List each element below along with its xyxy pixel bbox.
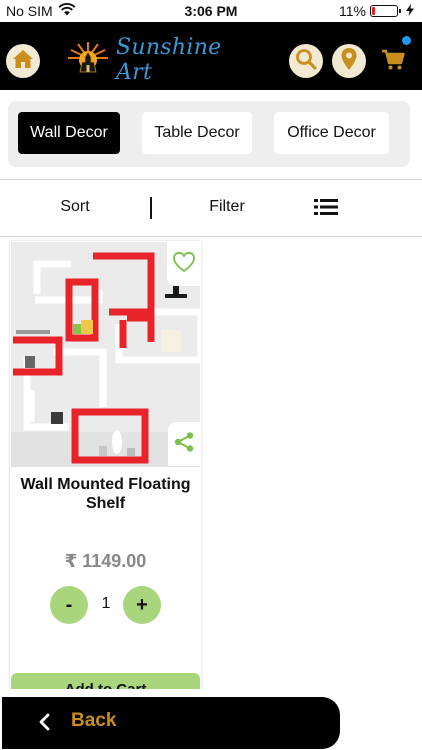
product-name[interactable]: Wall Mounted Floating Shelf <box>18 475 193 513</box>
battery-level-fill <box>372 7 375 15</box>
back-button[interactable]: Back <box>2 697 340 749</box>
back-label: Back <box>71 710 117 731</box>
quantity-increase-button[interactable]: + <box>123 586 161 624</box>
heart-icon <box>172 251 196 278</box>
charging-icon <box>406 3 414 19</box>
status-bar: No SIM 3:06 PM 11% <box>0 0 422 22</box>
cart-notification-dot <box>402 36 411 45</box>
toolbar-separator <box>150 197 152 219</box>
share-icon <box>173 431 195 458</box>
app-header: Sunshine Art <box>0 22 422 90</box>
filter-button[interactable]: Filter <box>192 198 262 216</box>
add-to-cart-button[interactable]: Add to Cart <box>11 673 200 689</box>
tab-office-decor[interactable]: Office Decor <box>274 112 389 154</box>
brand-logo[interactable]: Sunshine Art <box>66 35 236 85</box>
search-button[interactable] <box>289 44 323 78</box>
battery-icon <box>370 5 401 17</box>
wishlist-button[interactable] <box>167 242 200 286</box>
product-grid: Wall Mounted Floating Shelf ₹ 1149.00 - … <box>0 237 422 689</box>
store-location-button[interactable] <box>332 44 366 78</box>
status-right: 11% <box>339 3 414 19</box>
cart-button[interactable] <box>378 48 408 76</box>
quantity-value: 1 <box>101 595 111 612</box>
product-card[interactable]: Wall Mounted Floating Shelf ₹ 1149.00 - … <box>10 241 201 689</box>
sort-filter-bar: Sort Filter <box>0 180 422 236</box>
tab-table-decor[interactable]: Table Decor <box>142 112 252 154</box>
search-icon <box>295 48 317 75</box>
category-tabs: Wall Decor Table Decor Office Decor <box>8 101 410 167</box>
home-button[interactable] <box>6 44 40 78</box>
sort-button[interactable]: Sort <box>40 198 110 216</box>
cart-icon <box>381 49 405 76</box>
tab-wall-decor[interactable]: Wall Decor <box>18 112 120 154</box>
chevron-left-icon <box>34 711 56 733</box>
location-pin-icon <box>340 47 358 76</box>
share-button[interactable] <box>168 422 200 466</box>
sun-temple-logo-icon <box>66 40 110 81</box>
product-price: ₹ 1149.00 <box>64 551 147 571</box>
brand-name: Sunshine Art <box>116 35 222 85</box>
battery-percent: 11% <box>339 3 366 19</box>
list-view-icon <box>314 199 338 221</box>
quantity-decrease-button[interactable]: - <box>50 586 88 624</box>
home-icon <box>12 49 34 74</box>
list-view-button[interactable] <box>314 197 338 219</box>
